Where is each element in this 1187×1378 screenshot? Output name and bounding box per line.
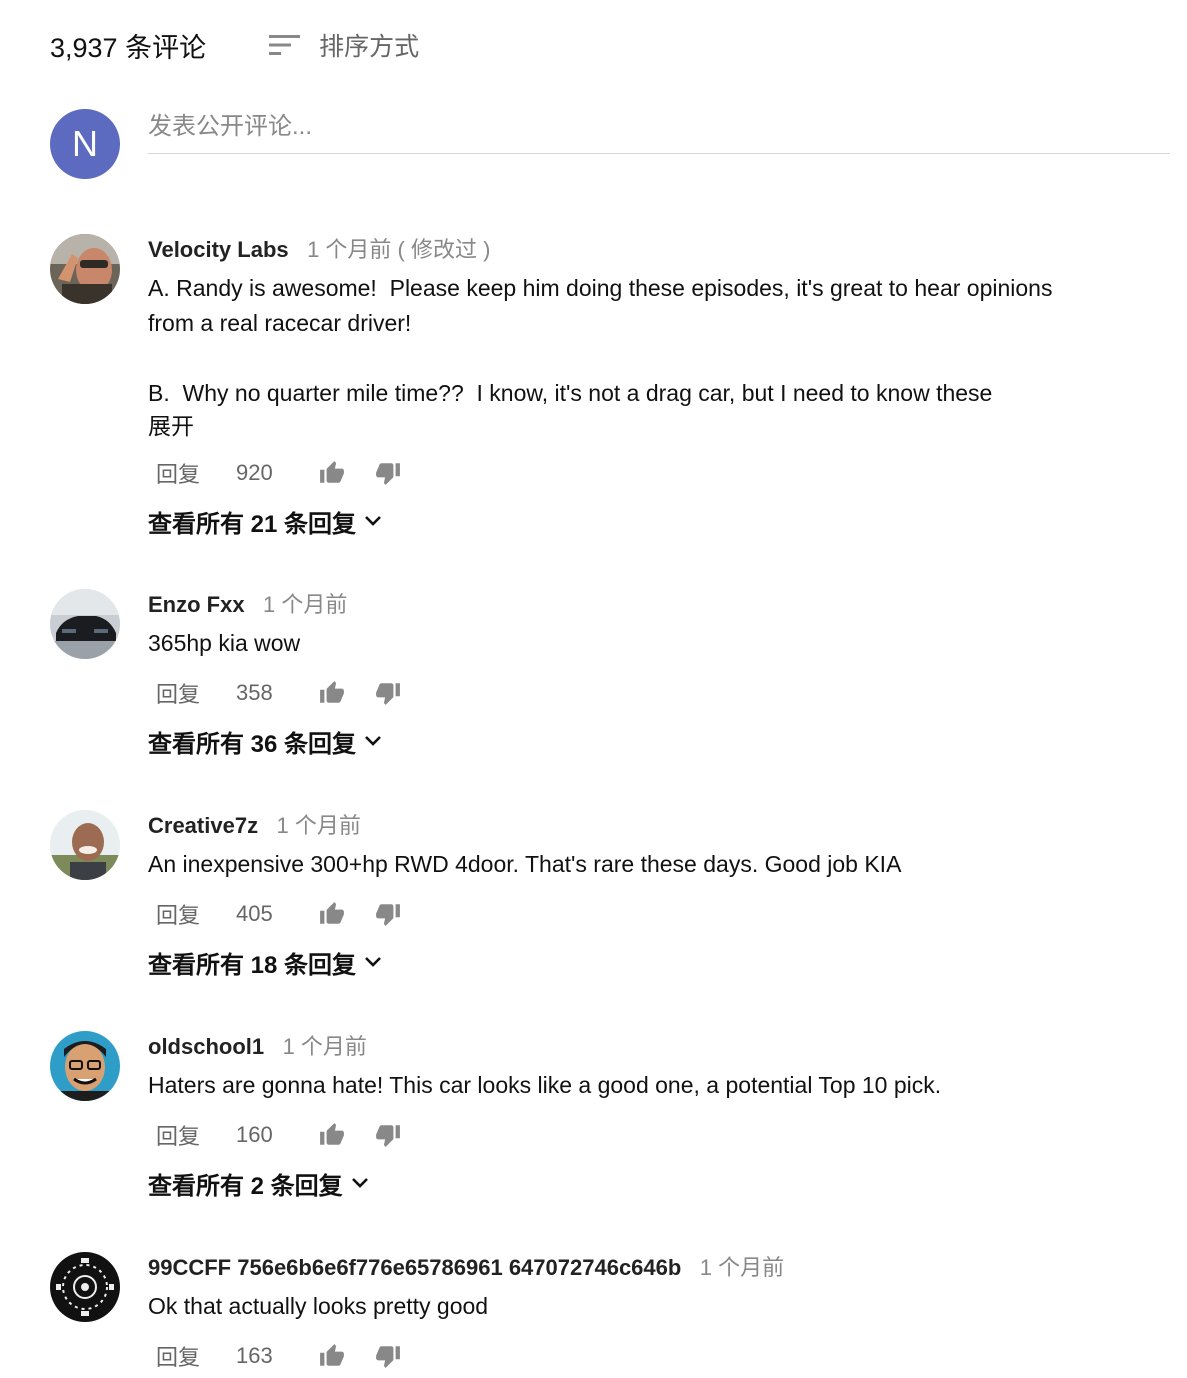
author-avatar[interactable]: [50, 589, 120, 659]
comment-time[interactable]: 1 个月前: [700, 1255, 784, 1280]
like-count: 163: [236, 1343, 273, 1368]
sort-button[interactable]: 排序方式: [268, 27, 419, 63]
thumb-up-icon: [320, 461, 344, 483]
reply-button[interactable]: 回复: [156, 898, 236, 930]
sort-label: 排序方式: [319, 33, 420, 61]
like-count: 920: [236, 460, 273, 485]
chevron-down-icon: [365, 957, 381, 967]
dislike-button[interactable]: [374, 1343, 402, 1369]
view-replies-button[interactable]: 查看所有 18 条回复: [148, 944, 1148, 980]
like-button[interactable]: [318, 901, 346, 927]
comment-text: An inexpensive 300+hp RWD 4door. That's …: [148, 851, 902, 877]
view-replies-button[interactable]: 查看所有 21 条回复: [148, 503, 1148, 539]
comment-placeholder: 发表公开评论...: [148, 113, 313, 140]
comment-text: A. Randy is awesome! Please keep him doi…: [148, 275, 1053, 406]
author-avatar[interactable]: [50, 1252, 120, 1322]
dislike-button[interactable]: [374, 901, 402, 927]
sort-icon: [269, 35, 301, 55]
comment-author[interactable]: Enzo Fxx: [148, 592, 245, 617]
view-replies-label: 查看所有 36 条回复: [148, 730, 357, 758]
dislike-button[interactable]: [374, 680, 402, 706]
view-replies-button[interactable]: 查看所有 36 条回复: [148, 723, 1148, 759]
thumb-up-icon: [320, 681, 344, 703]
expand-link[interactable]: 展开: [148, 411, 1148, 441]
thumb-down-icon: [376, 683, 400, 705]
chevron-down-icon: [351, 1178, 368, 1188]
user-avatar[interactable]: N: [50, 109, 120, 179]
like-count: 405: [236, 901, 273, 926]
comment-author[interactable]: 99CCFF 756e6b6e6f776e65786961 647072746c…: [148, 1255, 681, 1280]
dislike-button[interactable]: [374, 1122, 402, 1148]
dislike-button[interactable]: [374, 460, 402, 486]
comment-text: Haters are gonna hate! This car looks li…: [148, 1072, 942, 1098]
comment-author[interactable]: Creative7z: [148, 813, 258, 838]
comment-author[interactable]: Velocity Labs: [148, 237, 289, 262]
thumb-up-icon: [320, 1344, 344, 1366]
reply-button[interactable]: 回复: [156, 1340, 236, 1372]
comment-composer: N 发表公开评论...: [50, 109, 1170, 179]
comment-time[interactable]: 1 个月前: [277, 813, 361, 838]
comment-text: Ok that actually looks pretty good: [148, 1293, 489, 1319]
view-replies-label: 查看所有 21 条回复: [148, 510, 357, 538]
comment-time[interactable]: 1 个月前: [283, 1034, 367, 1059]
comment-input[interactable]: 发表公开评论...: [148, 109, 1170, 154]
avatar-letter: N: [72, 123, 98, 164]
author-avatar[interactable]: [50, 1031, 120, 1101]
reply-button[interactable]: 回复: [156, 457, 236, 489]
view-replies-label: 查看所有 18 条回复: [148, 951, 357, 979]
like-button[interactable]: [318, 1122, 346, 1148]
reply-button[interactable]: 回复: [156, 677, 236, 709]
like-button[interactable]: [318, 460, 346, 486]
thumb-down-icon: [376, 904, 400, 926]
reply-button[interactable]: 回复: [156, 1119, 236, 1151]
comment-author[interactable]: oldschool1: [148, 1034, 264, 1059]
like-count: 160: [236, 1122, 273, 1147]
comment-text: 365hp kia wow: [148, 630, 301, 656]
comments-header: 3,937 条评论 排序方式: [50, 22, 419, 68]
author-avatar[interactable]: [50, 810, 120, 880]
view-replies-button[interactable]: 查看所有 2 条回复: [148, 1165, 1148, 1201]
like-button[interactable]: [318, 1343, 346, 1369]
thumb-up-icon: [320, 1123, 344, 1145]
comment-time[interactable]: 1 个月前: [263, 592, 347, 617]
thumb-down-icon: [376, 1125, 400, 1147]
thumb-up-icon: [320, 902, 344, 924]
like-button[interactable]: [318, 680, 346, 706]
chevron-down-icon: [365, 736, 381, 746]
author-avatar[interactable]: [50, 234, 120, 304]
thumb-down-icon: [376, 463, 400, 485]
like-count: 358: [236, 680, 273, 705]
comment-count: 3,937 条评论: [50, 32, 207, 63]
thumb-down-icon: [376, 1346, 400, 1368]
view-replies-label: 查看所有 2 条回复: [148, 1172, 343, 1200]
comment-time[interactable]: 1 个月前 ( 修改过 ): [307, 237, 490, 262]
chevron-down-icon: [365, 516, 381, 526]
